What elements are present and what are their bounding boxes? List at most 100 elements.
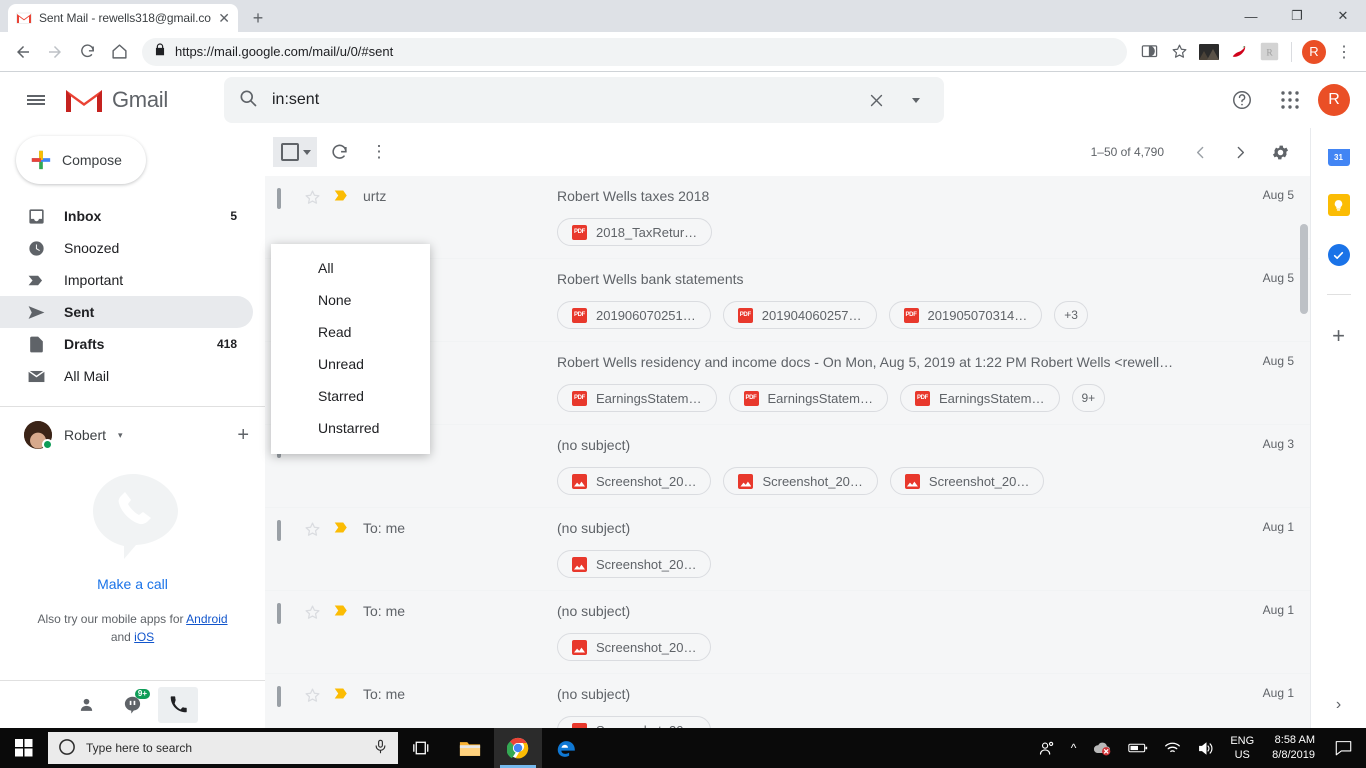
expand-panel-button[interactable]: › [1336,696,1341,714]
attachment-chip[interactable]: Screenshot_20… [723,467,878,495]
important-marker-icon[interactable] [327,521,357,578]
table-row[interactable]: To: me (no subject) Screenshot_20… Aug [265,508,1310,591]
home-button[interactable] [104,37,134,67]
ios-link[interactable]: iOS [134,630,154,644]
main-menu-hamburger-icon[interactable] [8,76,64,124]
attachment-chip[interactable]: PDF 2018_TaxRetur… [557,218,713,246]
search-input[interactable] [272,91,856,109]
attachment-chip[interactable]: Screenshot_20… [557,467,712,495]
chrome-profile-avatar[interactable]: R [1300,38,1328,66]
google-calendar-icon[interactable]: 31 [1327,144,1350,166]
row-checkbox[interactable] [277,603,297,661]
table-row[interactable]: To: me (no subject) Screenshot_20… Aug [265,674,1310,728]
extension-pepper-icon[interactable] [1225,38,1253,66]
make-a-call-link[interactable]: Make a call [97,576,168,592]
browser-tab[interactable]: Sent Mail - rewells318@gmail.co ✕ [8,4,238,32]
list-scrollbar[interactable] [1298,224,1310,728]
wifi-icon[interactable] [1156,728,1189,768]
gear-icon[interactable] [1262,134,1298,170]
attachment-chip[interactable]: PDF 201906070251… [557,301,711,329]
attachment-chip[interactable]: Screenshot_20… [889,467,1045,495]
attachment-chip[interactable]: Screenshot_20… [557,550,712,578]
menu-item-read[interactable]: Read [271,316,430,348]
table-row[interactable]: To: me (no subject) Screenshot_20… Aug [265,591,1310,674]
previous-page-button[interactable] [1182,134,1218,170]
android-link[interactable]: Android [186,612,227,626]
select-all-checkbox[interactable] [281,143,299,161]
account-avatar[interactable]: R [1318,84,1350,116]
attachment-more-count[interactable]: 9+ [1071,384,1106,412]
row-checkbox[interactable] [277,188,297,246]
sidebar-item-snoozed[interactable]: Snoozed [0,232,253,264]
attachment-chip[interactable]: PDF EarningsStatem… [728,384,888,412]
extension-photo-icon[interactable] [1195,38,1223,66]
attachment-chip[interactable]: PDF EarningsStatem… [557,384,717,412]
language-indicator[interactable]: ENG US [1222,734,1262,763]
sidebar-item-all-mail[interactable]: All Mail [0,360,253,392]
window-close-button[interactable]: ✕ [1320,0,1366,32]
hangouts-add-button[interactable]: + [237,424,249,447]
menu-item-none[interactable]: None [271,284,430,316]
next-page-button[interactable] [1222,134,1258,170]
add-app-button[interactable]: + [1332,323,1345,349]
volume-icon[interactable] [1189,728,1222,768]
search-clear-button[interactable] [856,80,896,120]
chrome-menu-button[interactable]: ⋮ [1330,38,1358,66]
taskbar-search-box[interactable]: Type here to search [48,732,398,764]
clock[interactable]: 8:58 AM 8/8/2019 [1262,733,1325,763]
apps-grid-icon[interactable] [1270,80,1310,120]
address-bar[interactable]: https://mail.google.com/mail/u/0/#sent [142,37,1127,66]
phone-icon[interactable] [158,686,198,723]
important-marker-icon[interactable] [327,604,357,661]
people-icon[interactable] [1030,728,1063,768]
search-bar[interactable] [224,77,944,123]
select-all-dropdown[interactable] [273,137,317,167]
google-chrome-icon[interactable] [494,728,542,768]
star-icon[interactable] [297,687,327,728]
star-icon[interactable] [297,521,327,578]
microsoft-edge-icon[interactable] [542,728,590,768]
hangouts-account[interactable]: Robert ▾ + [0,406,265,450]
task-view-icon[interactable] [398,728,446,768]
microphone-icon[interactable] [373,739,388,757]
action-center-icon[interactable] [1325,728,1362,768]
star-icon[interactable] [297,604,327,661]
attachment-more-count[interactable]: +3 [1054,301,1088,329]
reload-button[interactable] [72,37,102,67]
forward-button[interactable] [40,37,70,67]
important-marker-icon[interactable] [327,687,357,728]
attachment-chip[interactable]: Screenshot_20… [557,716,712,728]
new-tab-button[interactable]: + [244,4,272,32]
bookmark-star-icon[interactable] [1165,38,1193,66]
gmail-logo[interactable]: Gmail [64,85,224,115]
window-maximize-button[interactable]: ❐ [1274,0,1320,32]
sidebar-item-drafts[interactable]: Drafts 418 [0,328,253,360]
tab-close-icon[interactable]: ✕ [218,11,230,25]
chevron-down-icon[interactable]: ▾ [118,430,123,441]
attachment-chip[interactable]: PDF 201904060257… [722,301,877,329]
menu-item-unread[interactable]: Unread [271,348,430,380]
attachment-chip[interactable]: PDF 201905070314… [888,301,1043,329]
compose-button[interactable]: Compose [16,136,146,184]
attachment-chip[interactable]: Screenshot_20… [557,633,712,661]
help-icon[interactable] [1222,80,1262,120]
menu-item-unstarred[interactable]: Unstarred [271,412,430,444]
search-options-dropdown[interactable] [896,80,936,120]
contacts-icon[interactable] [66,687,106,723]
refresh-icon[interactable] [321,134,357,170]
sidebar-item-sent[interactable]: Sent [0,296,253,328]
row-checkbox[interactable] [277,686,297,728]
chevron-down-icon[interactable] [303,149,311,155]
onedrive-error-icon[interactable] [1084,728,1120,768]
important-marker-icon[interactable] [327,189,357,246]
menu-item-all[interactable]: All [271,252,430,284]
extension-gray-icon[interactable]: R [1255,38,1283,66]
google-keep-icon[interactable] [1327,194,1350,216]
attachment-chip[interactable]: PDF EarningsStatem… [900,384,1060,412]
more-options-icon[interactable]: ⋮ [361,134,397,170]
windows-start-icon[interactable] [0,728,48,768]
hangouts-icon[interactable]: 9+ [112,687,152,723]
tray-expand-chevron-icon[interactable]: ^ [1063,728,1085,768]
scrollbar-thumb[interactable] [1300,224,1308,314]
file-explorer-icon[interactable] [446,728,494,768]
